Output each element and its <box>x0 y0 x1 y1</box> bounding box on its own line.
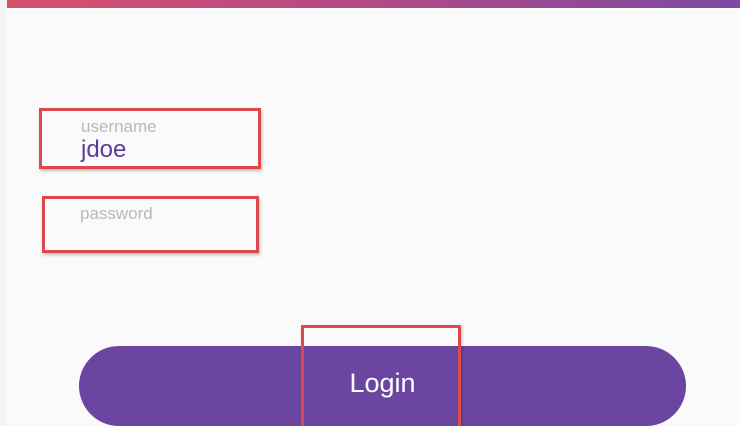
username-value[interactable]: jdoe <box>81 138 126 162</box>
header-accent-bar <box>7 0 740 8</box>
login-button[interactable]: Login <box>79 346 686 426</box>
login-button-label: Login <box>349 368 416 398</box>
login-screen: username jdoe password Login <box>7 0 740 426</box>
header-divider <box>7 8 740 10</box>
username-label: username <box>81 117 157 136</box>
password-label: password <box>80 204 153 223</box>
username-field[interactable]: username jdoe <box>39 108 261 168</box>
password-field[interactable]: password <box>42 196 259 252</box>
